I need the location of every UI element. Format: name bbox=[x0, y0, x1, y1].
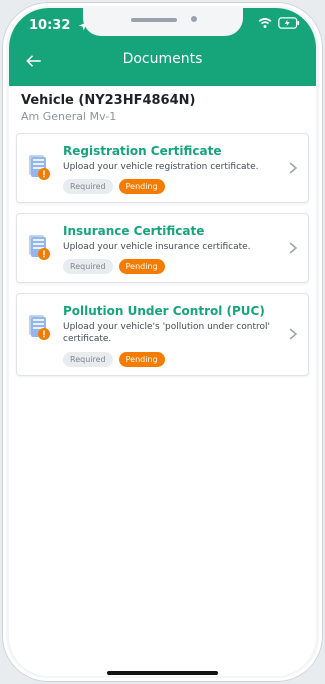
document-card-insurance[interactable]: Insurance Certificate Upload your vehicl… bbox=[16, 213, 309, 284]
document-title: Pollution Under Control (PUC) bbox=[63, 304, 265, 319]
document-title: Registration Certificate bbox=[63, 144, 222, 158]
pending-badge: Pending bbox=[118, 351, 165, 367]
status-badges: Required Pending bbox=[63, 351, 278, 367]
document-description: Upload your vehicle insurance certificat… bbox=[63, 242, 251, 253]
document-card-registration[interactable]: Registration Certificate Upload your veh… bbox=[16, 133, 309, 204]
pending-badge: Pending bbox=[118, 179, 165, 195]
document-text: Registration Certificate Upload your veh… bbox=[63, 134, 308, 202]
document-description: Upload your vehicle's 'pollution under c… bbox=[63, 322, 270, 345]
app-bar: 10:32 ➤ Documents bbox=[9, 8, 316, 86]
chevron-right-icon bbox=[289, 162, 298, 174]
status-time: 10:32 ➤ bbox=[29, 18, 91, 34]
document-title: Insurance Certificate bbox=[63, 224, 205, 239]
chevron-right-icon bbox=[289, 242, 298, 254]
home-indicator[interactable] bbox=[107, 671, 218, 675]
phone-frame: 10:32 ➤ Documents Vehicle (NY23HF4864N) … bbox=[2, 2, 323, 682]
notch bbox=[83, 8, 243, 36]
page-title: Documents bbox=[122, 51, 203, 67]
document-warning-icon bbox=[29, 315, 50, 341]
vehicle-title: Vehicle (NY23HF4864N) bbox=[21, 93, 196, 108]
document-warning-icon bbox=[29, 155, 50, 180]
status-badges: Required Pending bbox=[63, 259, 278, 275]
chevron-right-icon bbox=[289, 328, 298, 340]
document-text: Insurance Certificate Upload your vehicl… bbox=[63, 214, 308, 282]
content: Vehicle (NY23HF4864N) Am General Mv-1 Re… bbox=[9, 86, 316, 376]
battery-icon bbox=[278, 17, 300, 29]
document-warning-icon bbox=[29, 235, 50, 261]
screen: 10:32 ➤ Documents Vehicle (NY23HF4864N) … bbox=[9, 8, 316, 676]
document-description: Upload your vehicle registration certifi… bbox=[63, 162, 259, 172]
status-badges: Required Pending bbox=[63, 179, 278, 195]
pending-badge: Pending bbox=[118, 259, 165, 275]
speaker bbox=[131, 18, 177, 22]
required-badge: Required bbox=[63, 351, 113, 367]
status-icons bbox=[258, 17, 300, 29]
status-time-text: 10:32 bbox=[29, 18, 71, 33]
camera bbox=[191, 16, 197, 22]
wifi-icon bbox=[258, 18, 272, 28]
document-card-puc[interactable]: Pollution Under Control (PUC) Upload you… bbox=[16, 293, 309, 376]
required-badge: Required bbox=[63, 259, 113, 275]
required-badge: Required bbox=[63, 179, 113, 195]
vehicle-subtitle: Am General Mv-1 bbox=[21, 110, 117, 123]
document-text: Pollution Under Control (PUC) Upload you… bbox=[63, 294, 308, 374]
